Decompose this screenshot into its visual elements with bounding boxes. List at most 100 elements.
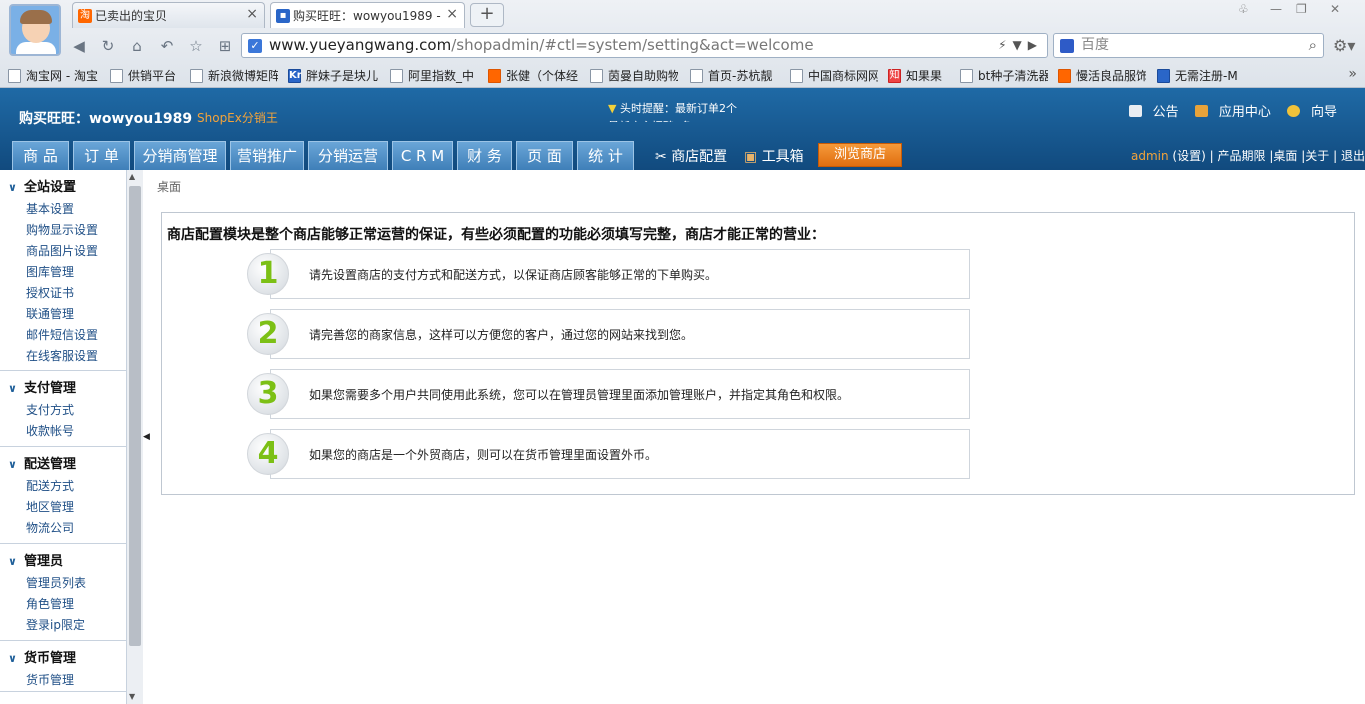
breadcrumb[interactable]: 桌面 bbox=[157, 178, 181, 195]
chevron-down-icon: ∨ bbox=[8, 555, 17, 568]
nav-stats[interactable]: 统 计 bbox=[577, 141, 634, 170]
step-number: 1 bbox=[247, 253, 289, 295]
baidu-icon bbox=[1060, 39, 1074, 53]
search-icon[interactable]: ⌕ bbox=[1309, 34, 1317, 57]
sidebar-group-title[interactable]: ∨ 管理员 bbox=[0, 549, 126, 573]
sidebar-item-gallery[interactable]: 图库管理 bbox=[0, 262, 126, 283]
guide-link[interactable]: 向导 bbox=[1281, 105, 1337, 120]
skin-icon[interactable]: ♧ bbox=[1238, 2, 1249, 16]
product-term-link[interactable]: 产品期限 bbox=[1217, 149, 1265, 163]
tab-sold-items[interactable]: 淘 已卖出的宝贝 × bbox=[72, 2, 265, 28]
cart-icon: ▪ bbox=[276, 9, 290, 23]
sidebar-item-currency[interactable]: 货币管理 bbox=[0, 670, 126, 691]
scroll-down-icon[interactable]: ▼ bbox=[129, 692, 135, 701]
undo-icon[interactable]: ↶ bbox=[157, 36, 177, 56]
minimize-icon[interactable]: — bbox=[1270, 2, 1282, 16]
sidebar-group-title[interactable]: ∨ 货币管理 bbox=[0, 646, 126, 670]
top-links: 公告 应用中心 向导 bbox=[1117, 101, 1337, 120]
sidebar-item-login-ip[interactable]: 登录ip限定 bbox=[0, 615, 126, 636]
toolbox-link[interactable]: ▣ 工具箱 bbox=[744, 146, 804, 166]
bookmark-item[interactable]: 张健（个体经 bbox=[488, 67, 578, 84]
bookmark-item[interactable]: 中国商标网网 bbox=[790, 67, 878, 84]
nav-goods[interactable]: 商 品 bbox=[12, 141, 69, 170]
refresh-icon[interactable]: ↻ bbox=[98, 36, 118, 56]
about-link[interactable]: 关于 bbox=[1305, 149, 1329, 163]
sidebar-item-union[interactable]: 联通管理 bbox=[0, 304, 126, 325]
desktop-link[interactable]: 桌面 bbox=[1273, 149, 1297, 163]
sidebar-item-goods-image[interactable]: 商品图片设置 bbox=[0, 241, 126, 262]
bookmark-item[interactable]: 茵曼自助购物 bbox=[590, 67, 678, 84]
sidebar-group-title[interactable]: ∨ 配送管理 bbox=[0, 452, 126, 476]
bookmarks-more-icon[interactable]: » bbox=[1348, 66, 1357, 82]
user-settings-link[interactable]: (设置) bbox=[1172, 149, 1205, 163]
sidebar-item-admin-list[interactable]: 管理员列表 bbox=[0, 573, 126, 594]
divider bbox=[0, 446, 126, 447]
scroll-up-icon[interactable]: ▲ bbox=[129, 172, 135, 181]
nav-finance[interactable]: 财 务 bbox=[457, 141, 512, 170]
back-icon[interactable]: ◀ bbox=[69, 36, 89, 56]
tools-icon[interactable]: ⚙▾ bbox=[1333, 36, 1355, 55]
apps-icon[interactable]: ⊞ bbox=[215, 36, 235, 56]
home-icon[interactable]: ⌂ bbox=[127, 36, 147, 56]
search-input[interactable]: 百度 ⌕ bbox=[1053, 33, 1324, 58]
guide-icon bbox=[1286, 105, 1300, 117]
bookmark-item[interactable]: 供销平台 bbox=[110, 67, 185, 84]
nav-orders[interactable]: 订 单 bbox=[73, 141, 130, 170]
shop-config-link[interactable]: ✂ 商店配置 bbox=[655, 146, 727, 166]
close-icon[interactable]: × bbox=[446, 6, 458, 22]
logout-link[interactable]: 退出 bbox=[1341, 149, 1365, 163]
nav-operations[interactable]: 分销运营 bbox=[308, 141, 388, 170]
nav-pages[interactable]: 页 面 bbox=[516, 141, 573, 170]
scrollbar-thumb[interactable] bbox=[129, 186, 141, 646]
address-bar[interactable]: ✓ www.yueyangwang.com/shopadmin/#ctl=sys… bbox=[241, 33, 1048, 58]
bookmark-item[interactable]: 新浪微博矩阵 bbox=[190, 67, 278, 84]
app-center-link[interactable]: 应用中心 bbox=[1189, 105, 1271, 120]
user-avatar[interactable] bbox=[9, 4, 61, 56]
bookmark-item[interactable]: 阿里指数_中 bbox=[390, 67, 478, 84]
bookmark-item[interactable]: 首页-苏杭靓 bbox=[690, 67, 778, 84]
favorite-icon[interactable]: ☆ bbox=[186, 36, 206, 56]
sidebar-item-online-service[interactable]: 在线客服设置 bbox=[0, 346, 126, 367]
bookmark-item[interactable]: bt种子清洗器 bbox=[960, 67, 1048, 84]
nav-marketing[interactable]: 营销推广 bbox=[230, 141, 304, 170]
chevron-down-icon: ∨ bbox=[8, 458, 17, 471]
sidebar-item-license[interactable]: 授权证书 bbox=[0, 283, 126, 304]
bookmark-item[interactable]: 慢活良品服饰 bbox=[1058, 67, 1146, 84]
sidebar-group-title[interactable]: ∨ 支付管理 bbox=[0, 376, 126, 400]
nav-distributors[interactable]: 分销商管理 bbox=[134, 141, 226, 170]
announce-link[interactable]: 公告 bbox=[1123, 105, 1179, 120]
browse-shop-button[interactable]: 浏览商店 bbox=[818, 143, 902, 167]
bookmark-item[interactable]: Kr 胖妹子是块儿 bbox=[288, 67, 378, 84]
sidebar-item-logistics[interactable]: 物流公司 bbox=[0, 518, 126, 539]
close-icon[interactable]: × bbox=[246, 6, 258, 22]
step-number: 4 bbox=[247, 433, 289, 475]
nav-crm[interactable]: C R M bbox=[392, 141, 453, 170]
address-bar-buttons[interactable]: ⚡▼▶ bbox=[977, 34, 1047, 57]
browser-chrome: 淘 已卖出的宝贝 × ▪ 购买旺旺：wowyou1989 - × + ♧ — ❐… bbox=[0, 0, 1365, 88]
chevron-down-icon: ∨ bbox=[8, 382, 17, 395]
sidebar-item-basic[interactable]: 基本设置 bbox=[0, 199, 126, 220]
sidebar-item-roles[interactable]: 角色管理 bbox=[0, 594, 126, 615]
sidebar-item-delivery-methods[interactable]: 配送方式 bbox=[0, 476, 126, 497]
close-window-icon[interactable]: ✕ bbox=[1330, 2, 1340, 16]
bookmark-item[interactable]: 知知果果 bbox=[888, 67, 950, 84]
url-host: www.yueyangwang.com bbox=[269, 36, 452, 54]
sidebar-item-payment-methods[interactable]: 支付方式 bbox=[0, 400, 126, 421]
bookmark-item[interactable]: 淘宝网 - 淘宝 bbox=[8, 67, 98, 84]
tab-shopadmin[interactable]: ▪ 购买旺旺：wowyou1989 - × bbox=[270, 2, 465, 28]
restore-icon[interactable]: ❐ bbox=[1296, 2, 1307, 16]
collapse-sidebar-icon[interactable]: ◀ bbox=[143, 432, 150, 442]
sidebar-item-mail-sms[interactable]: 邮件短信设置 bbox=[0, 325, 126, 346]
new-tab-button[interactable]: + bbox=[470, 3, 504, 27]
admin-username[interactable]: admin bbox=[1131, 149, 1169, 163]
sidebar-item-regions[interactable]: 地区管理 bbox=[0, 497, 126, 518]
brand-title: 购买旺旺：wowyou1989 bbox=[19, 111, 193, 127]
sidebar-item-shopping-display[interactable]: 购物显示设置 bbox=[0, 220, 126, 241]
divider bbox=[0, 370, 126, 371]
sidebar-item-accounts[interactable]: 收款帐号 bbox=[0, 421, 126, 442]
step-number: 2 bbox=[247, 313, 289, 355]
notice-text-2[interactable]: 最新店主招聘0条 bbox=[608, 118, 728, 122]
bookmark-item[interactable]: 无需注册-M bbox=[1157, 67, 1247, 84]
sidebar-group-title[interactable]: ∨ 全站设置 bbox=[0, 175, 126, 199]
notice-text[interactable]: ▼ 头时提醒：最新订单2个 bbox=[608, 100, 737, 116]
